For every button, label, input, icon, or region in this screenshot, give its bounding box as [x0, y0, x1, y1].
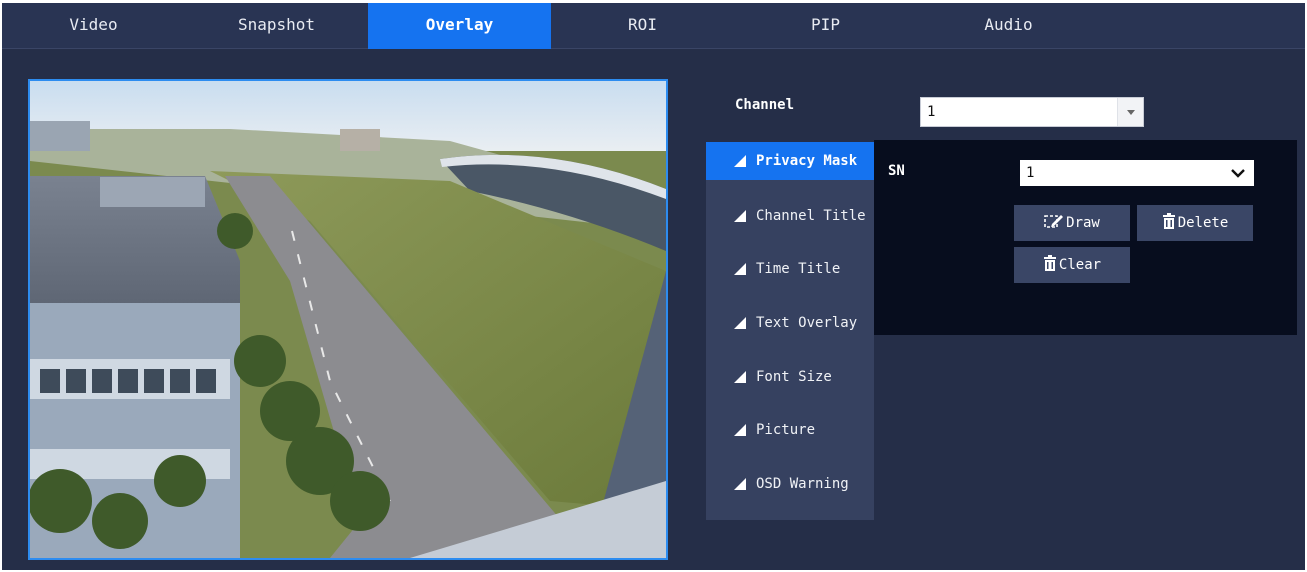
- tab-audio[interactable]: Audio: [917, 3, 1100, 49]
- overlay-menu: Privacy Mask Channel Title Time Title Te…: [706, 142, 874, 520]
- clear-button[interactable]: Clear: [1014, 247, 1130, 283]
- menu-item-label: Time Title: [756, 261, 841, 277]
- menu-item-label: Font Size: [756, 369, 832, 385]
- tab-pip[interactable]: PIP: [734, 3, 917, 49]
- delete-button[interactable]: Delete: [1137, 205, 1253, 241]
- triangle-icon: [734, 210, 746, 222]
- delete-button-label: Delete: [1177, 215, 1229, 231]
- channel-label: Channel: [735, 97, 795, 113]
- tab-video[interactable]: Video: [2, 3, 185, 49]
- menu-item-label: Privacy Mask: [756, 153, 858, 169]
- trash-icon: [1043, 255, 1056, 271]
- triangle-icon: [734, 371, 746, 383]
- triangle-icon: [734, 424, 746, 436]
- menu-item-label: Picture: [756, 422, 816, 438]
- triangle-icon: [734, 317, 746, 329]
- chevron-down-icon: [1231, 169, 1245, 178]
- camera-image: [30, 81, 666, 558]
- menu-item-font-size[interactable]: Font Size: [706, 358, 874, 396]
- channel-select[interactable]: 1: [920, 97, 1144, 127]
- channel-select-value: 1: [927, 104, 936, 120]
- trash-icon: [1162, 213, 1175, 229]
- clear-button-label: Clear: [1058, 257, 1102, 273]
- sn-label: SN: [888, 163, 905, 179]
- sn-select[interactable]: 1: [1020, 160, 1254, 186]
- triangle-icon: [734, 263, 746, 275]
- triangle-icon: [734, 478, 746, 490]
- draw-button-label: Draw: [1066, 215, 1100, 231]
- tab-bar: Video Snapshot Overlay ROI PIP Audio: [2, 3, 1305, 49]
- menu-item-text-overlay[interactable]: Text Overlay: [706, 304, 874, 342]
- menu-item-label: Channel Title: [756, 208, 866, 224]
- menu-item-channel-title[interactable]: Channel Title: [706, 197, 874, 235]
- triangle-icon: [734, 155, 746, 167]
- overlay-settings-app: Video Snapshot Overlay ROI PIP Audio Cha…: [2, 3, 1305, 570]
- edit-icon: [1044, 215, 1064, 228]
- dropdown-arrow-icon[interactable]: [1117, 98, 1143, 126]
- tab-snapshot[interactable]: Snapshot: [185, 3, 368, 49]
- menu-item-osd-warning[interactable]: OSD Warning: [706, 465, 874, 503]
- video-preview[interactable]: [28, 79, 668, 560]
- tab-roi[interactable]: ROI: [551, 3, 734, 49]
- tab-overlay[interactable]: Overlay: [368, 3, 551, 49]
- draw-button[interactable]: Draw: [1014, 205, 1130, 241]
- menu-item-label: Text Overlay: [756, 315, 858, 331]
- menu-item-picture[interactable]: Picture: [706, 411, 874, 449]
- menu-item-time-title[interactable]: Time Title: [706, 250, 874, 288]
- sn-select-value: 1: [1026, 165, 1035, 181]
- menu-item-privacy-mask[interactable]: Privacy Mask: [706, 142, 874, 180]
- menu-item-label: OSD Warning: [756, 476, 849, 492]
